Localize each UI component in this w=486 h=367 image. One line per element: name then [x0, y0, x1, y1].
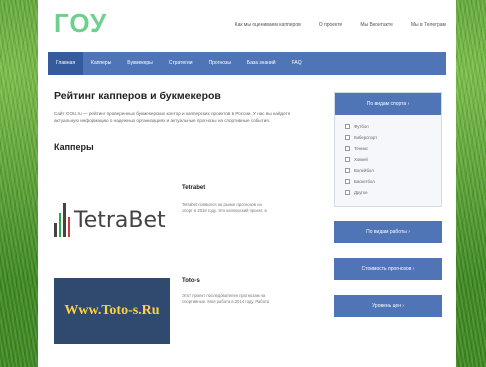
menu-item-knowledge-base[interactable]: База знаний [239, 52, 284, 75]
capper-card-totos: Www.Toto-s.Ru Toto-s Этот проект последо… [54, 278, 314, 348]
checkbox[interactable] [345, 168, 350, 173]
top-link-rating-method[interactable]: Как мы оцениваем капперов [235, 22, 301, 28]
capper-desc-totos: Этот проект последователен прогнозам на … [182, 293, 270, 304]
capper-desc-tetrabet: Tetrabet появился на рынке прогнозов на … [182, 202, 267, 213]
main-content: Рейтинг капперов и букмекеров Сайт GOU.r… [54, 90, 314, 152]
menu-item-strategies[interactable]: Стратегии [161, 52, 201, 75]
site-header: ГОУ Как мы оцениваем капперов О проекте … [38, 0, 456, 50]
sport-option-tennis[interactable]: Теннис [345, 143, 431, 154]
sport-option-hockey[interactable]: Хоккей [345, 154, 431, 165]
top-nav: Как мы оцениваем капперов О проекте Мы В… [235, 22, 446, 28]
filter-by-price-level-button[interactable]: Уровень цен › [334, 295, 442, 317]
sport-filter-header[interactable]: По видам спорта › [335, 93, 441, 115]
menu-item-bookmakers[interactable]: Букмекеры [119, 52, 160, 75]
checkbox[interactable] [345, 190, 350, 195]
checkbox[interactable] [345, 157, 350, 162]
sport-option-volleyball[interactable]: Волейбол [345, 165, 431, 176]
grass-background-left [0, 0, 38, 367]
totos-logo-text: Www.Toto-s.Ru [64, 303, 160, 318]
sport-filter-box: По видам спорта › Футбол Киберспорт Тенн… [334, 92, 442, 207]
filter-by-work-type-button[interactable]: По видам работы › [334, 221, 442, 243]
tetrabet-bars-icon [54, 203, 70, 237]
top-link-about[interactable]: О проекте [319, 22, 343, 28]
checkbox[interactable] [345, 135, 350, 140]
site-logo[interactable]: ГОУ [54, 8, 107, 39]
tetrabet-logo[interactable]: TetraBet [54, 190, 174, 250]
main-menu: Главная Капперы Букмекеры Стратегии Прог… [48, 52, 446, 75]
sport-option-football[interactable]: Футбол [345, 121, 431, 132]
sport-option-basketball[interactable]: Баскетбол [345, 176, 431, 187]
page-container: ГОУ Как мы оцениваем капперов О проекте … [38, 0, 456, 367]
top-link-vk[interactable]: Мы Вконтакте [360, 22, 393, 28]
checkbox[interactable] [345, 179, 350, 184]
top-link-telegram[interactable]: Мы в Телеграм [411, 22, 446, 28]
totos-logo[interactable]: Www.Toto-s.Ru [54, 278, 170, 344]
menu-item-predictions[interactable]: Прогнозы [201, 52, 239, 75]
grass-background-right [456, 0, 486, 367]
page-title: Рейтинг капперов и букмекеров [54, 90, 221, 102]
menu-item-cappers[interactable]: Капперы [83, 52, 119, 75]
capper-name-tetrabet[interactable]: Tetrabet [182, 185, 205, 191]
section-title-cappers: Капперы [54, 142, 94, 152]
checkbox[interactable] [345, 124, 350, 129]
sport-option-esports[interactable]: Киберспорт [345, 132, 431, 143]
menu-item-faq[interactable]: FAQ [284, 52, 310, 75]
sidebar: По видам спорта › Футбол Киберспорт Тенн… [334, 92, 442, 317]
checkbox[interactable] [345, 146, 350, 151]
sport-filter-list: Футбол Киберспорт Теннис Хоккей Волейбол… [335, 115, 441, 206]
intro-text: Сайт GOU.ru — рейтинг проверенных букмек… [54, 111, 291, 123]
filter-by-price-button[interactable]: Стоимость прогнозов › [334, 258, 442, 280]
tetrabet-logo-text: TetraBet [74, 207, 166, 233]
capper-name-totos[interactable]: Toto-s [182, 278, 200, 284]
capper-card-tetrabet: TetraBet Tetrabet Tetrabet появился на р… [54, 185, 314, 255]
sport-option-other[interactable]: Другое [345, 187, 431, 198]
menu-item-home[interactable]: Главная [48, 52, 84, 75]
